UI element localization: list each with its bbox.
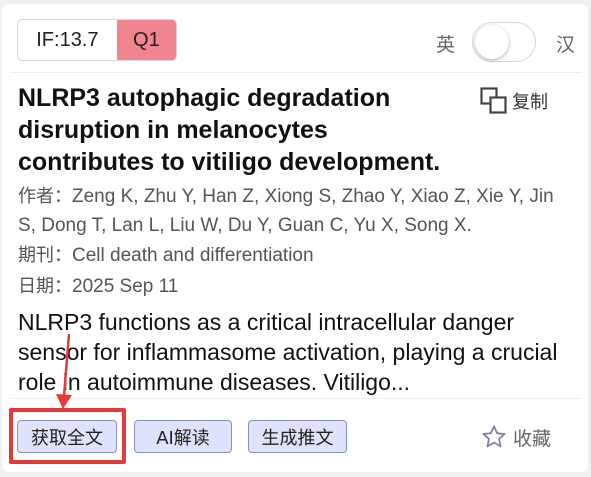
- journal-label: 期刊：: [18, 245, 72, 266]
- favorite-label: 收藏: [513, 427, 552, 450]
- authors-value: Zeng K, Zhu Y, Han Z, Xiong S, Zhao Y, X…: [18, 186, 554, 236]
- journal-line: 期刊：Cell death and differentiation: [18, 241, 573, 270]
- toggle-knob: [475, 25, 509, 59]
- language-chinese-label: 汉: [556, 34, 576, 56]
- date-line: 日期：2025 Sep 11: [18, 272, 573, 301]
- date-value: 2025 Sep 11: [72, 276, 179, 297]
- metrics-badge-group: IF:13.7 Q1: [17, 19, 177, 61]
- quartile-badge: Q1: [116, 20, 176, 60]
- get-full-text-button[interactable]: 获取全文: [17, 420, 117, 453]
- favorite-button[interactable]: 收藏: [481, 423, 551, 451]
- language-toggle[interactable]: [472, 22, 536, 62]
- impact-factor-badge: IF:13.7: [36, 28, 99, 51]
- generate-post-button[interactable]: 生成推文: [248, 420, 347, 453]
- journal-value: Cell death and differentiation: [72, 245, 314, 266]
- copy-icon: [480, 87, 507, 114]
- authors-label: 作者：: [18, 186, 72, 207]
- star-icon: [482, 425, 506, 448]
- copy-button[interactable]: 复制: [479, 86, 548, 116]
- copy-label: 复制: [512, 92, 548, 113]
- header-divider: [10, 72, 581, 73]
- abstract-snippet: NLRP3 functions as a critical intracellu…: [18, 309, 558, 395]
- article-title[interactable]: NLRP3 autophagic degradation disruption …: [18, 82, 468, 178]
- authors-line: 作者：Zeng K, Zhu Y, Han Z, Xiong S, Zhao Y…: [18, 182, 573, 240]
- ai-interpret-button[interactable]: AI解读: [134, 420, 232, 453]
- footer-divider: [10, 398, 581, 399]
- date-label: 日期：: [18, 276, 72, 297]
- language-english-label: 英: [436, 34, 456, 56]
